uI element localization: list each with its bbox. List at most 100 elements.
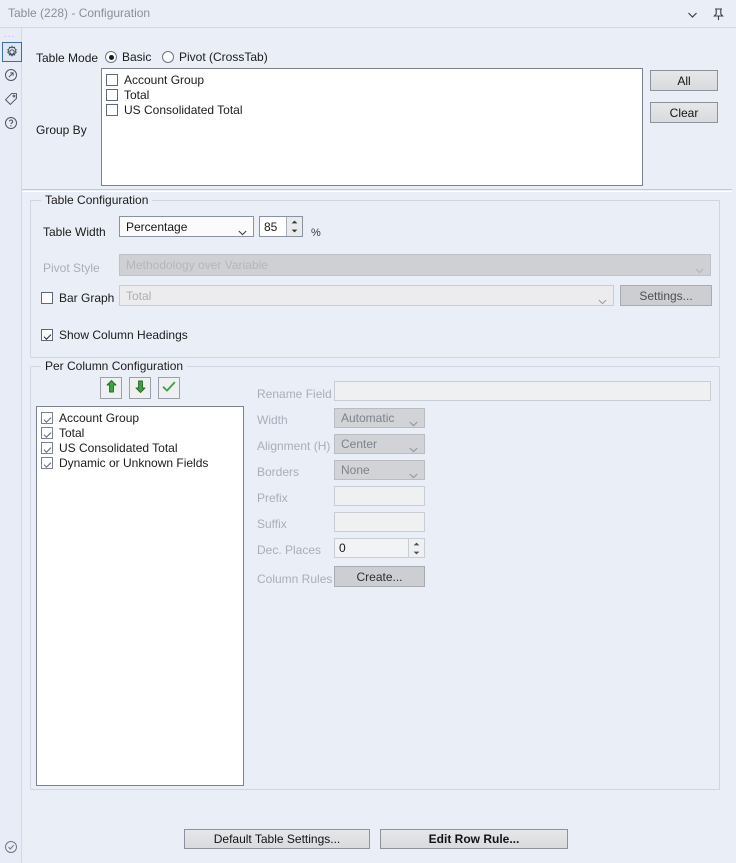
radio-pivot-crosstab[interactable]: Pivot (CrossTab) (162, 50, 268, 64)
rename-field-label: Rename Field (257, 387, 332, 401)
group-by-checkbox[interactable] (106, 73, 118, 86)
per-column-configuration-title: Per Column Configuration (41, 359, 188, 373)
group-by-checkbox[interactable] (106, 103, 118, 116)
table-configuration-title: Table Configuration (41, 193, 153, 207)
bar-graph-settings-button: Settings... (620, 285, 712, 306)
suffix-input (334, 512, 425, 532)
default-table-settings-button[interactable]: Default Table Settings... (184, 829, 370, 849)
radio-basic[interactable]: Basic (105, 50, 151, 64)
radio-basic-dot (105, 51, 117, 63)
group-by-checkbox[interactable] (106, 88, 118, 101)
rail-drag-dots: ... (4, 29, 16, 40)
list-item-label: Dynamic or Unknown Fields (59, 455, 209, 470)
rename-field-input (334, 381, 711, 401)
list-item[interactable]: Total (102, 87, 642, 102)
dec-places-stepper: 0 (334, 538, 425, 558)
stepper-up-icon[interactable] (287, 217, 302, 227)
show-column-headings-row[interactable]: Show Column Headings (41, 328, 188, 342)
chevron-down-icon (598, 294, 607, 304)
rail-item-status[interactable] (2, 839, 20, 857)
chevron-down-icon (238, 225, 247, 235)
list-item-label: Account Group (59, 410, 140, 425)
rail-item-gear[interactable] (2, 42, 22, 62)
borders-label: Borders (257, 465, 300, 479)
bar-graph-checkbox-row[interactable]: Bar Graph (41, 291, 114, 305)
column-rules-label: Column Rules (257, 572, 333, 586)
move-up-icon (105, 379, 118, 397)
prefix-input (334, 486, 425, 506)
chevron-down-icon[interactable] (680, 3, 704, 25)
list-item[interactable]: Account Group (102, 72, 642, 87)
alignment-value: Center (341, 437, 378, 451)
width-select: Automatic (334, 408, 425, 428)
export-arrow-icon (4, 68, 18, 82)
column-checkbox[interactable] (41, 441, 53, 454)
bar-graph-label: Bar Graph (59, 291, 115, 305)
list-item[interactable]: Dynamic or Unknown Fields (37, 455, 243, 470)
group-by-listbox[interactable]: Account Group Total US Consolidated Tota… (101, 68, 643, 186)
table-mode-label: Table Mode (36, 51, 99, 65)
list-item[interactable]: Account Group (37, 410, 243, 425)
stepper-up-icon (409, 539, 424, 548)
suffix-label: Suffix (257, 517, 287, 531)
check-circle-icon (4, 840, 18, 857)
check-icon (162, 381, 176, 396)
borders-value: None (341, 463, 370, 477)
tag-icon (4, 92, 18, 106)
group-by-label: Group By (36, 123, 87, 137)
rail-item-tag[interactable] (2, 90, 20, 108)
chevron-down-icon (409, 468, 418, 479)
stepper-down-icon (409, 548, 424, 557)
radio-pivot-label: Pivot (CrossTab) (179, 50, 268, 64)
window-title: Table (228) - Configuration (8, 6, 151, 20)
stepper-down-icon[interactable] (287, 227, 302, 237)
pivot-style-select: Methodology over Variable (119, 254, 711, 276)
radio-basic-label: Basic (122, 50, 152, 64)
list-item-label: US Consolidated Total (124, 102, 243, 117)
show-column-headings-label: Show Column Headings (59, 328, 188, 342)
configuration-panel: Table (228) - Configuration ... Table Mo… (0, 0, 736, 863)
alignment-select: Center (334, 434, 425, 454)
move-down-icon (134, 379, 147, 397)
clear-button[interactable]: Clear (650, 102, 718, 123)
left-icon-rail: ... (0, 28, 22, 863)
alignment-label: Alignment (H) (257, 439, 331, 453)
pivot-style-value: Methodology over Variable (126, 258, 268, 272)
column-checkbox[interactable] (41, 456, 53, 469)
list-item-label: Total (59, 425, 85, 440)
bar-graph-field-value: Total (126, 288, 152, 303)
chevron-down-icon (409, 442, 418, 453)
prefix-label: Prefix (257, 491, 288, 505)
bar-graph-checkbox[interactable] (41, 292, 53, 304)
width-value: Automatic (341, 411, 395, 425)
list-item-label: Account Group (124, 72, 205, 87)
dec-places-value: 0 (339, 541, 346, 555)
list-item[interactable]: US Consolidated Total (37, 440, 243, 455)
width-label: Width (257, 413, 288, 427)
column-checkbox[interactable] (41, 411, 53, 424)
per-column-listbox[interactable]: Account Group Total US Consolidated Tota… (36, 406, 244, 786)
table-width-percent-stepper[interactable]: 85 (259, 216, 303, 237)
borders-select: None (334, 460, 425, 480)
edit-row-rule-button[interactable]: Edit Row Rule... (380, 829, 568, 849)
list-item-label: Total (124, 87, 150, 102)
move-up-button[interactable] (100, 377, 122, 399)
dec-places-label: Dec. Places (257, 543, 322, 557)
show-column-headings-checkbox[interactable] (41, 329, 53, 341)
gear-icon (5, 45, 19, 59)
percent-unit-label: % (311, 227, 321, 239)
title-divider (0, 27, 736, 28)
chevron-down-icon (409, 416, 418, 427)
pivot-style-label: Pivot Style (43, 261, 100, 275)
all-button[interactable]: All (650, 70, 718, 91)
rail-item-help[interactable] (2, 114, 20, 132)
column-checkbox[interactable] (41, 426, 53, 439)
list-item[interactable]: Total (37, 425, 243, 440)
move-down-button[interactable] (129, 377, 151, 399)
table-width-select[interactable]: Percentage (119, 216, 254, 237)
pin-icon[interactable] (706, 3, 730, 25)
panel-splitter[interactable] (22, 189, 732, 192)
list-item[interactable]: US Consolidated Total (102, 102, 642, 117)
toggle-check-button[interactable] (158, 377, 180, 399)
rail-item-export[interactable] (2, 66, 20, 84)
